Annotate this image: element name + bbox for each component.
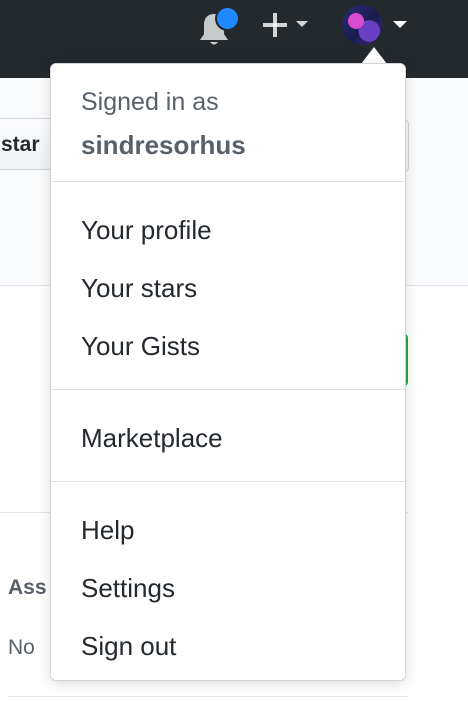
menu-item-your-stars[interactable]: Your stars <box>51 264 405 312</box>
notifications-button[interactable] <box>194 6 240 46</box>
divider <box>8 696 408 697</box>
menu-divider <box>51 389 405 390</box>
menu-item-your-gists[interactable]: Your Gists <box>51 322 405 370</box>
dropdown-caret <box>361 47 387 64</box>
create-new-button[interactable] <box>258 8 316 40</box>
assignees-value: No <box>8 636 35 659</box>
user-dropdown-menu: Signed in as sindresorhus Your profile Y… <box>50 63 406 681</box>
chevron-down-icon <box>296 21 308 27</box>
signed-in-username: sindresorhus <box>81 130 246 160</box>
menu-item-help[interactable]: Help <box>51 506 405 554</box>
user-menu-button[interactable] <box>338 2 414 48</box>
menu-item-your-profile[interactable]: Your profile <box>51 206 405 254</box>
assignees-heading[interactable]: Ass <box>8 576 47 600</box>
menu-item-marketplace[interactable]: Marketplace <box>51 414 405 462</box>
menu-item-settings[interactable]: Settings <box>51 564 405 612</box>
menu-item-sign-out[interactable]: Sign out <box>51 622 405 670</box>
avatar <box>342 5 382 45</box>
signed-in-label: Signed in as <box>81 88 219 116</box>
menu-divider <box>51 481 405 482</box>
chevron-down-icon <box>393 21 407 28</box>
plus-icon <box>263 13 287 37</box>
menu-divider <box>51 181 405 182</box>
unread-indicator <box>215 6 240 31</box>
